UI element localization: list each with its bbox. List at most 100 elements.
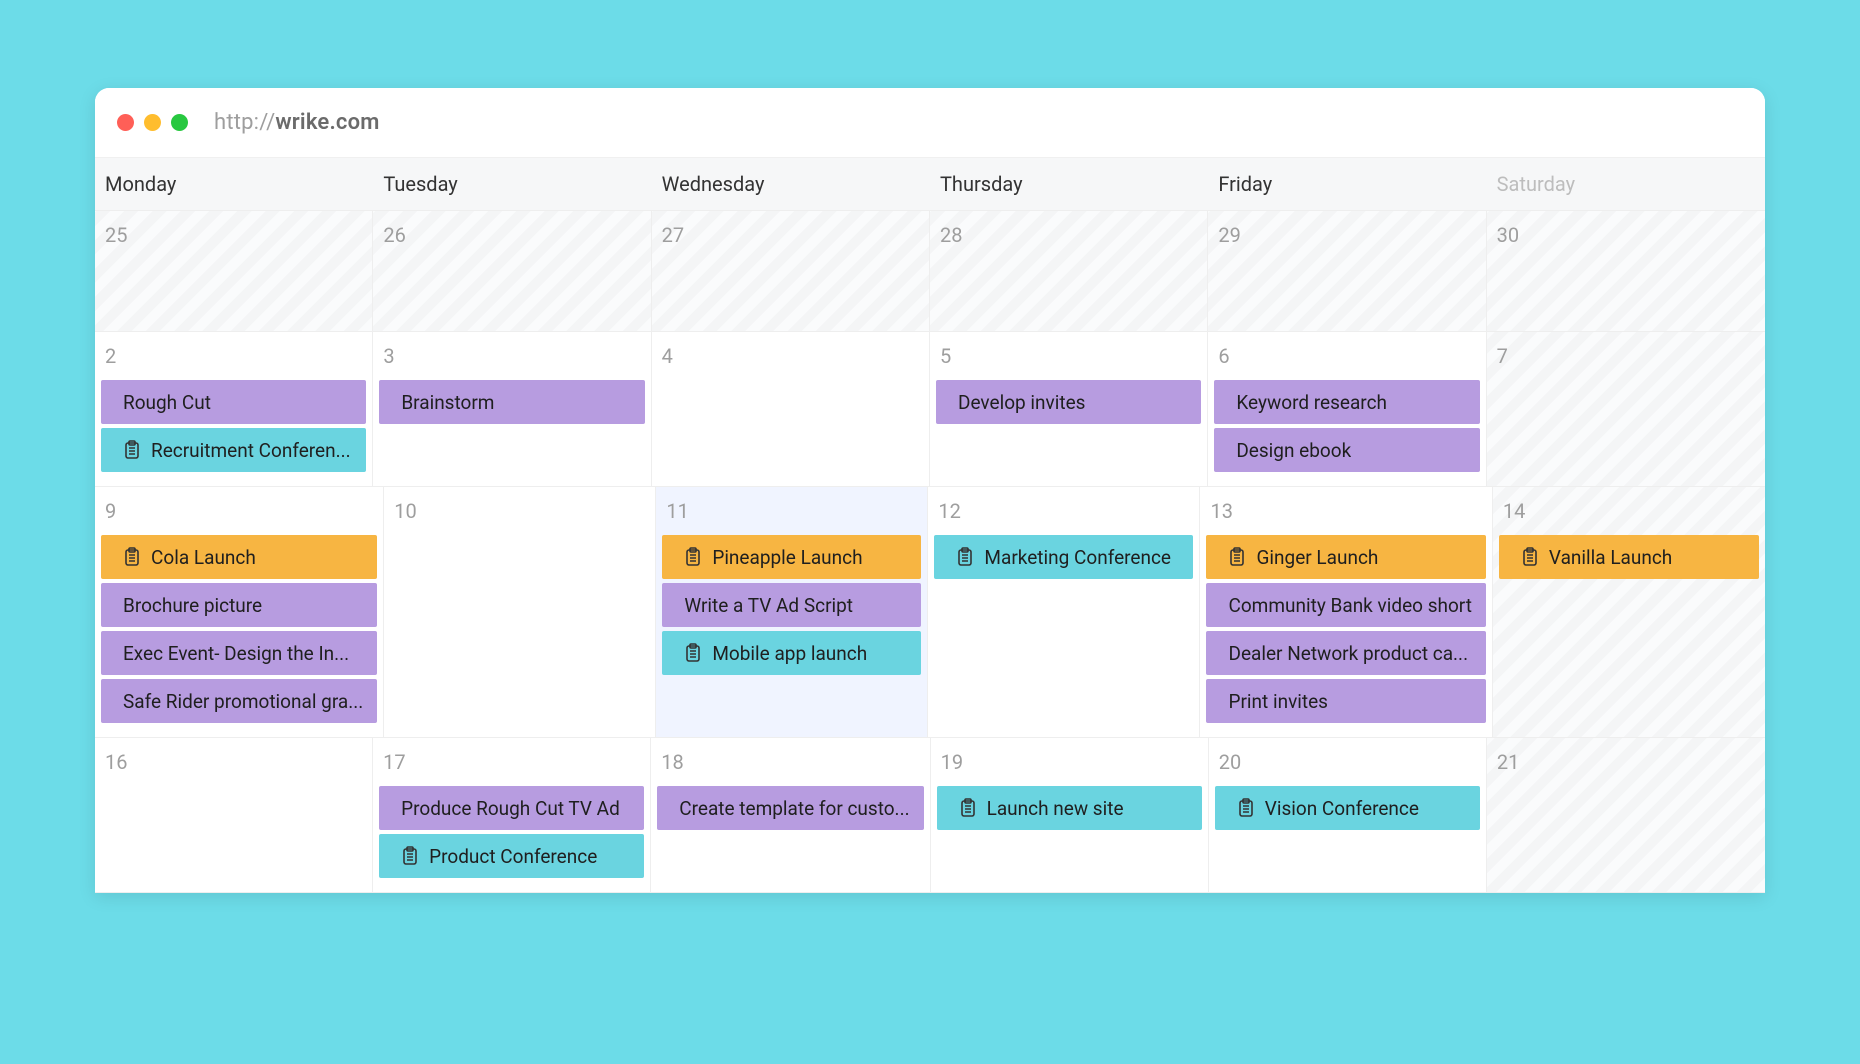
calendar-event[interactable]: Vision Conference <box>1215 786 1480 830</box>
calendar-event[interactable]: Produce Rough Cut TV Ad <box>379 786 644 830</box>
calendar-event[interactable]: Dealer Network product ca... <box>1206 631 1485 675</box>
event-label: Brainstorm <box>401 391 494 414</box>
clipboard-icon <box>959 798 977 818</box>
url-prefix: http:// <box>214 110 275 135</box>
day-header: Monday <box>95 158 373 210</box>
day-header: Thursday <box>930 158 1208 210</box>
day-number: 19 <box>937 744 1202 782</box>
calendar-event[interactable]: Safe Rider promotional gra... <box>101 679 377 723</box>
calendar-event[interactable]: Recruitment Conferen... <box>101 428 366 472</box>
calendar-weeks: 25 26 27 282930 2 Rough Cut Recruitment Confer… <box>95 211 1765 893</box>
event-label: Vanilla Launch <box>1549 546 1672 569</box>
calendar-event[interactable]: Keyword research <box>1214 380 1479 424</box>
day-cell[interactable]: 25 <box>95 211 373 331</box>
day-number: 7 <box>1493 338 1759 376</box>
day-number: 13 <box>1206 493 1485 531</box>
day-cell[interactable]: 17 Produce Rough Cut TV Ad Product Confere… <box>373 738 651 892</box>
day-number: 25 <box>101 217 366 255</box>
event-label: Dealer Network product ca... <box>1228 642 1468 665</box>
maximize-dot[interactable] <box>171 114 188 131</box>
event-label: Keyword research <box>1236 391 1387 414</box>
calendar-event[interactable]: Brainstorm <box>379 380 644 424</box>
calendar-event[interactable]: Write a TV Ad Script <box>662 583 921 627</box>
event-label: Marketing Conference <box>984 546 1171 569</box>
event-label: Rough Cut <box>123 391 211 414</box>
calendar-event[interactable]: Exec Event- Design the In... <box>101 631 377 675</box>
day-cell[interactable]: 18 Create template for custo... <box>651 738 930 892</box>
day-number: 28 <box>936 217 1201 255</box>
calendar-event[interactable]: Marketing Conference <box>934 535 1193 579</box>
event-label: Write a TV Ad Script <box>684 594 853 617</box>
event-label: Safe Rider promotional gra... <box>123 690 363 713</box>
calendar-event[interactable]: Cola Launch <box>101 535 377 579</box>
event-label: Exec Event- Design the In... <box>123 642 349 665</box>
day-cell[interactable]: 13 Ginger Launch Community Bank video shor… <box>1200 487 1492 737</box>
day-number: 14 <box>1499 493 1759 531</box>
event-label: Ginger Launch <box>1256 546 1378 569</box>
day-cell[interactable]: 12 Marketing Conference <box>928 487 1200 737</box>
day-header: Saturday <box>1487 158 1765 210</box>
event-label: Produce Rough Cut TV Ad <box>401 797 620 820</box>
day-number: 27 <box>658 217 923 255</box>
event-label: Recruitment Conferen... <box>151 439 351 462</box>
day-cell[interactable]: 20 Vision Conference <box>1209 738 1487 892</box>
day-cell[interactable]: 19 Launch new site <box>931 738 1209 892</box>
calendar-event[interactable]: Ginger Launch <box>1206 535 1485 579</box>
url-host: wrike.com <box>275 110 379 135</box>
calendar-event[interactable]: Product Conference <box>379 834 644 878</box>
day-cell[interactable]: 10 <box>384 487 656 737</box>
day-cell[interactable]: 14 Vanilla Launch <box>1493 487 1765 737</box>
day-header: Tuesday <box>373 158 651 210</box>
calendar-event[interactable]: Mobile app launch <box>662 631 921 675</box>
event-label: Brochure picture <box>123 594 262 617</box>
day-cell[interactable]: 9 Cola Launch Brochure picture Exec Event- … <box>95 487 384 737</box>
event-label: Pineapple Launch <box>712 546 862 569</box>
calendar-event[interactable]: Develop invites <box>936 380 1201 424</box>
day-cell[interactable]: 29 <box>1208 211 1486 331</box>
event-label: Vision Conference <box>1265 797 1419 820</box>
day-cell[interactable]: 28 <box>930 211 1208 331</box>
day-cell[interactable]: 7 <box>1487 332 1765 486</box>
day-number: 20 <box>1215 744 1480 782</box>
event-label: Launch new site <box>987 797 1124 820</box>
day-cell[interactable]: 26 <box>373 211 651 331</box>
close-dot[interactable] <box>117 114 134 131</box>
day-cell[interactable]: 3Brainstorm <box>373 332 651 486</box>
minimize-dot[interactable] <box>144 114 161 131</box>
day-header: Friday <box>1208 158 1486 210</box>
week-row: 25 26 27 282930 <box>95 211 1765 332</box>
day-cell[interactable]: 5Develop invites <box>930 332 1208 486</box>
day-number: 17 <box>379 744 644 782</box>
day-number: 26 <box>379 217 644 255</box>
calendar-event[interactable]: Brochure picture <box>101 583 377 627</box>
address-bar[interactable]: http://wrike.com <box>214 110 380 135</box>
week-row: 9 Cola Launch Brochure picture Exec Event- … <box>95 487 1765 738</box>
day-cell[interactable]: 11Pineapple LaunchWrite a TV Ad ScriptMo… <box>656 487 928 737</box>
calendar-event[interactable]: Design ebook <box>1214 428 1479 472</box>
day-number: 2 <box>101 338 366 376</box>
day-number: 4 <box>658 338 923 376</box>
clipboard-icon <box>1521 547 1539 567</box>
day-cell[interactable]: 30 <box>1487 211 1765 331</box>
day-number: 12 <box>934 493 1193 531</box>
event-label: Design ebook <box>1236 439 1351 462</box>
calendar-event[interactable]: Print invites <box>1206 679 1485 723</box>
day-cell[interactable]: 2 Rough Cut Recruitment Conferen... <box>95 332 373 486</box>
event-label: Print invites <box>1228 690 1328 713</box>
day-number: 6 <box>1214 338 1479 376</box>
calendar-event[interactable]: Community Bank video short <box>1206 583 1485 627</box>
day-cell[interactable]: 16 <box>95 738 373 892</box>
day-cell[interactable]: 6 Keyword research Design ebook <box>1208 332 1486 486</box>
calendar-event[interactable]: Vanilla Launch <box>1499 535 1759 579</box>
titlebar: http://wrike.com <box>95 88 1765 158</box>
day-cell[interactable]: 21 <box>1487 738 1765 892</box>
day-cell[interactable]: 27 <box>652 211 930 331</box>
clipboard-icon <box>1237 798 1255 818</box>
day-cell[interactable]: 4 <box>652 332 930 486</box>
calendar-event[interactable]: Create template for custo... <box>657 786 923 830</box>
day-number: 18 <box>657 744 923 782</box>
calendar-event[interactable]: Pineapple Launch <box>662 535 921 579</box>
day-number: 9 <box>101 493 377 531</box>
calendar-event[interactable]: Rough Cut <box>101 380 366 424</box>
calendar-event[interactable]: Launch new site <box>937 786 1202 830</box>
